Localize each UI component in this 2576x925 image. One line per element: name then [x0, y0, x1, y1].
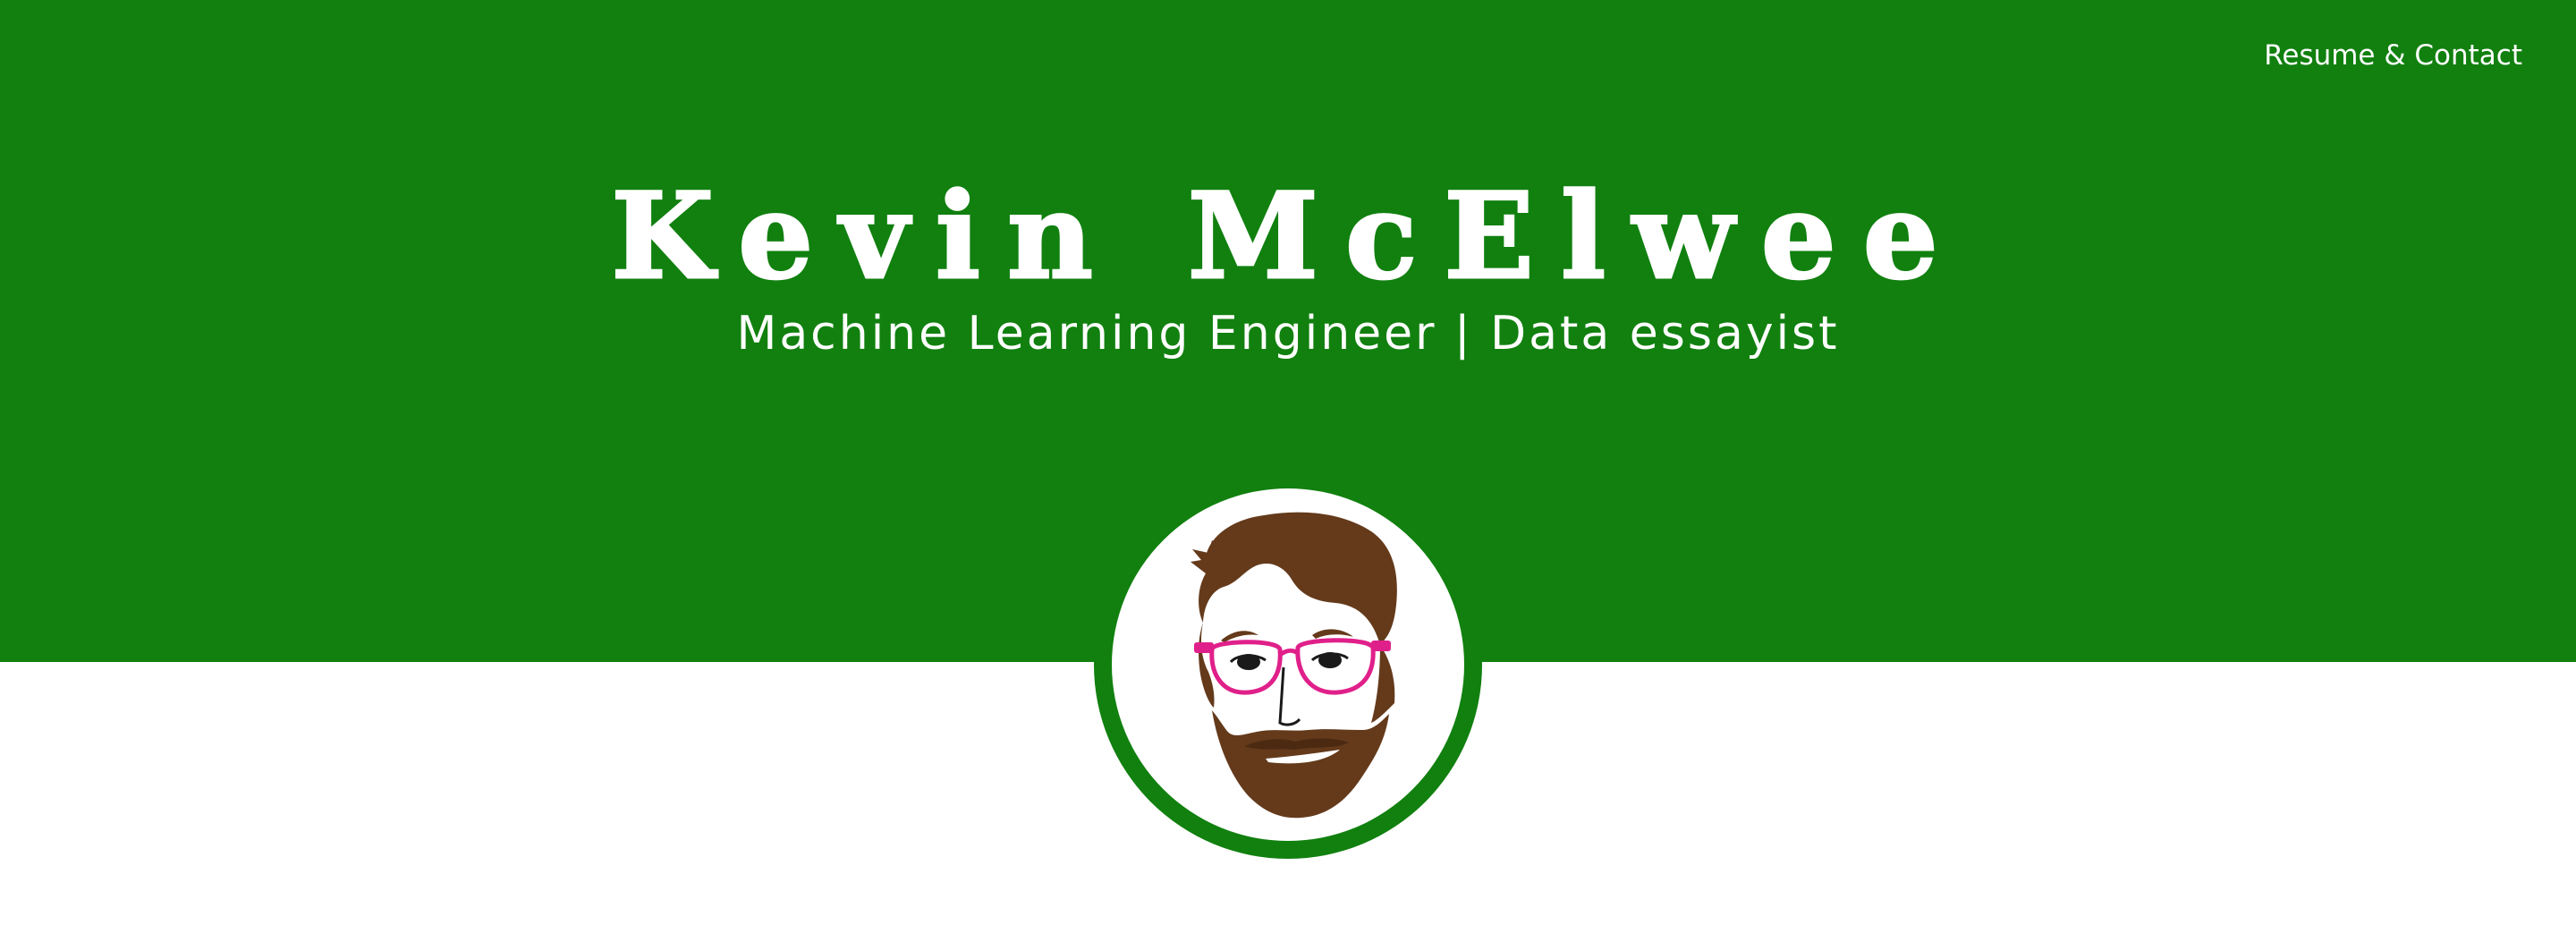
site-title: Kevin McElwee — [610, 167, 1965, 306]
avatar-portrait-icon — [1112, 488, 1464, 841]
avatar — [1094, 471, 1482, 859]
resume-contact-link[interactable]: Resume & Contact — [2264, 36, 2522, 75]
page: Resume & Contact Kevin McElwee Machine L… — [0, 0, 2576, 925]
site-tagline: Machine Learning Engineer | Data essayis… — [736, 307, 1840, 361]
